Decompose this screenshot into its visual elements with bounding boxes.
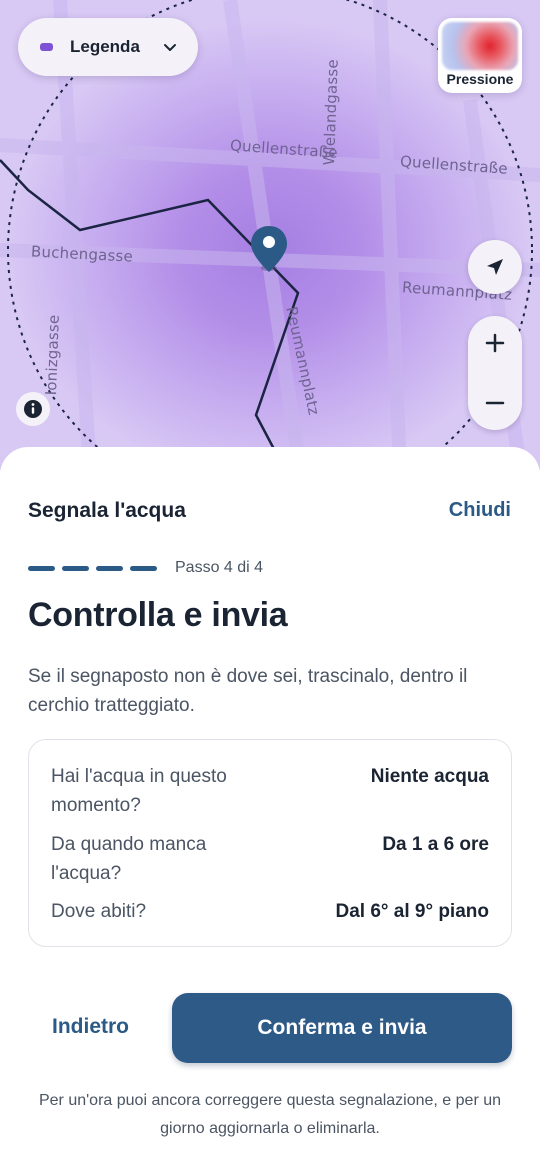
- confirm-submit-button[interactable]: Conferma e invia: [172, 993, 512, 1063]
- answers-summary-card: Hai l'acqua in questo momento? Niente ac…: [28, 739, 512, 947]
- summary-answer: Da 1 a 6 ore: [382, 834, 489, 855]
- summary-row: Hai l'acqua in questo momento? Niente ac…: [51, 762, 489, 820]
- pressure-layer-label: Pressione: [446, 71, 514, 87]
- navigation-arrow-icon: [487, 259, 503, 275]
- page-title: Controlla e invia: [28, 596, 288, 634]
- legend-label: Legenda: [70, 37, 140, 56]
- sheet-title: Segnala l'acqua: [28, 499, 186, 522]
- summary-answer: Dal 6° al 9° piano: [335, 901, 489, 922]
- plus-icon: [485, 333, 505, 353]
- pressure-layer-button[interactable]: Pressione: [438, 18, 522, 93]
- step-counter: Passo 4 di 4: [175, 559, 264, 576]
- close-button[interactable]: Chiudi: [449, 499, 511, 522]
- summary-row: Dove abiti? Dal 6° al 9° piano: [51, 897, 489, 926]
- report-bottom-sheet: Segnala l'acqua Chiudi Passo 4 di 4 Cont…: [0, 447, 540, 1169]
- summary-question: Hai l'acqua in questo momento?: [51, 766, 227, 816]
- step-indicator-3: [96, 565, 123, 571]
- step-indicator-1: [28, 565, 55, 571]
- summary-question: Dove abiti?: [51, 901, 147, 922]
- zoom-controls: [468, 316, 522, 430]
- step-progress: Passo 4 di 4: [28, 559, 263, 577]
- legend-color-swatch: [40, 43, 53, 51]
- summary-answer: Niente acqua: [370, 766, 489, 787]
- map-info-button[interactable]: [16, 392, 50, 426]
- info-icon: [24, 400, 42, 418]
- street-label: Wielandgasse: [320, 58, 342, 166]
- minus-icon: [485, 401, 505, 405]
- summary-row: Da quando manca l'acqua? Da 1 a 6 ore: [51, 830, 489, 888]
- map-view[interactable]: Quellenstraße Quellenstraße Wielandgasse…: [0, 0, 540, 470]
- step-indicator-4: [130, 565, 157, 571]
- chevron-down-icon: [164, 44, 176, 51]
- pressure-layer-thumbnail: [442, 22, 518, 70]
- summary-question: Da quando manca l'acqua?: [51, 834, 207, 884]
- zoom-in-button[interactable]: [468, 316, 522, 370]
- street-label: Ionizgasse: [42, 314, 63, 396]
- back-button[interactable]: Indietro: [52, 1015, 129, 1039]
- step-indicator-2: [62, 565, 89, 571]
- instructions-text: Se il segnaposto non è dove sei, trascin…: [28, 666, 468, 716]
- footnote-text: Per un'ora puoi ancora correggere questa…: [38, 1092, 502, 1137]
- zoom-out-button[interactable]: [468, 376, 522, 430]
- locate-me-button[interactable]: [468, 240, 522, 294]
- legend-toggle-button[interactable]: Legenda: [18, 18, 198, 76]
